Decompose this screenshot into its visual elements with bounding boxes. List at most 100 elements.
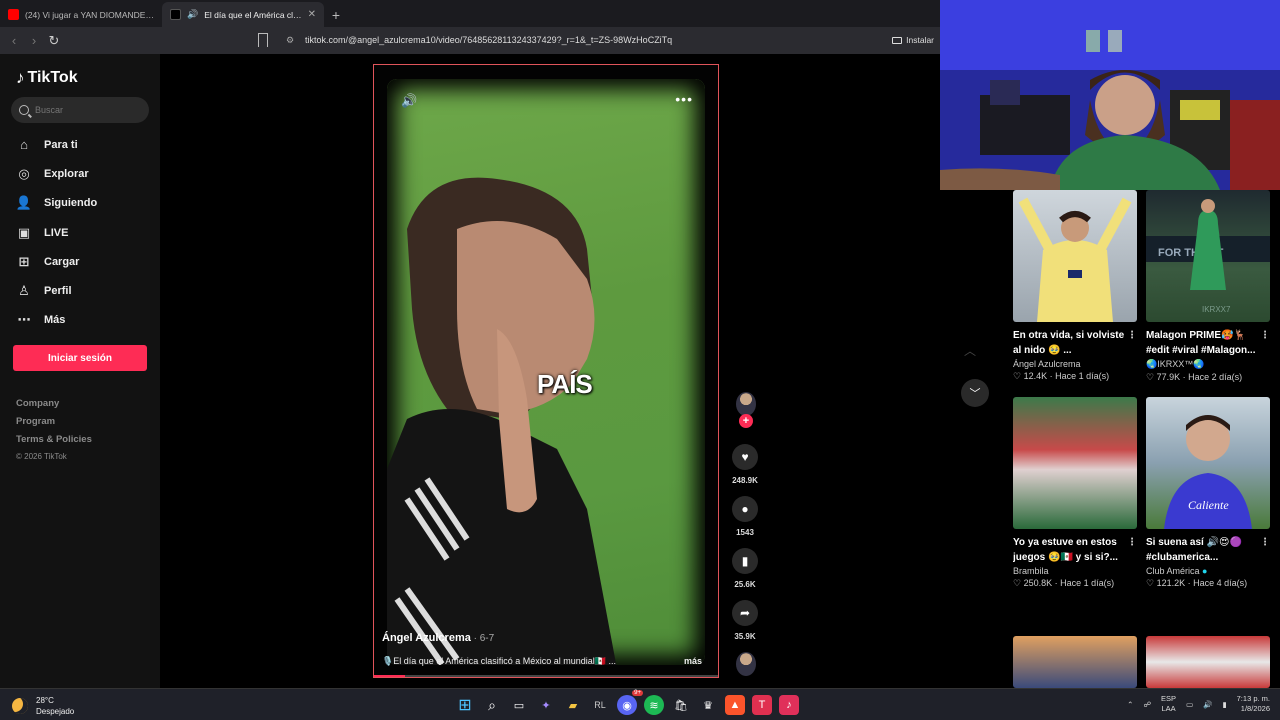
forward-icon[interactable]: › xyxy=(24,33,44,48)
volume-icon[interactable]: 🔊 xyxy=(401,93,417,109)
video-card[interactable]: En otra vida, si volviste al nido 🥹 ... ⋮… xyxy=(1013,190,1137,382)
discord-icon[interactable]: ◉ 9+ xyxy=(617,690,643,715)
card-author[interactable]: Club América ● xyxy=(1146,566,1270,576)
comment-button[interactable]: ● 1543 xyxy=(727,496,763,537)
share-button[interactable]: ➦ 35.9K xyxy=(727,600,763,641)
tab-youtube[interactable]: (24) Vi jugar a YAN DIOMANDE y descu xyxy=(0,2,162,27)
speaker-icon[interactable]: 🔊 xyxy=(187,9,198,20)
footer-link-program[interactable]: Program xyxy=(16,416,92,434)
upload-icon: ⊞ xyxy=(18,253,30,269)
spotify-icon[interactable]: ≋ xyxy=(644,695,664,715)
video-card[interactable] xyxy=(1146,636,1270,688)
monitor-icon[interactable]: ▭ xyxy=(1186,700,1193,709)
site-settings-icon[interactable]: ⚙ xyxy=(286,35,294,46)
video-card[interactable]: FOR THE ST IKRXX7 Malagon PRIME🥵🦌 #edit … xyxy=(1146,190,1270,383)
install-button[interactable]: Instalar xyxy=(892,35,934,45)
login-button[interactable]: Iniciar sesión xyxy=(13,345,147,371)
video-thumbnail[interactable] xyxy=(1146,636,1270,688)
new-tab-button[interactable]: + xyxy=(324,2,348,27)
chevron-up-icon[interactable]: ⌃ xyxy=(1127,700,1133,709)
card-more-icon[interactable]: ⋮ xyxy=(1260,535,1270,550)
card-title[interactable]: Si suena así 🔊😍🟣 #clubamerica... ⋮ xyxy=(1146,535,1270,565)
author-name[interactable]: Ángel Azulcrema xyxy=(382,632,471,644)
url-field[interactable]: tiktok.com/@angel_azulcrema10/video/7648… xyxy=(305,35,672,45)
network-app-icon[interactable]: ☍ xyxy=(1143,700,1151,709)
tiktok-sidebar: ♪ TikTok ⌂ Para ti ◎ Explorar 👤 Siguiend… xyxy=(0,54,160,688)
video-card[interactable] xyxy=(1013,636,1137,688)
card-title[interactable]: Malagon PRIME🥵🦌 #edit #viral #Malagon...… xyxy=(1146,328,1270,358)
card-title[interactable]: En otra vida, si volviste al nido 🥹 ... ⋮ xyxy=(1013,328,1137,358)
like-button[interactable]: ♥ 248.9K xyxy=(727,444,763,485)
video-card[interactable]: Yo ya estuve en estos juegos 🥹🇲🇽 y si si… xyxy=(1013,397,1137,589)
search-input[interactable] xyxy=(35,105,135,115)
live-icon: ▣ xyxy=(17,224,31,240)
chevron-up-icon[interactable]: ︿ xyxy=(964,342,976,359)
card-author[interactable]: Brambila xyxy=(1013,566,1137,576)
video-frame[interactable]: 🔊 ••• PAÍS xyxy=(387,79,705,665)
tiktok-app-icon[interactable]: ♪ xyxy=(779,695,799,715)
sidebar-item-para-ti[interactable]: ⌂ Para ti xyxy=(16,130,146,159)
language-indicator[interactable]: ESP LAA xyxy=(1161,694,1176,714)
save-button[interactable]: ▮ 25.6K xyxy=(727,548,763,589)
app-red-icon[interactable]: T xyxy=(752,695,772,715)
bookmark-icon[interactable] xyxy=(258,33,268,47)
brave-browser-icon[interactable]: ▲ xyxy=(725,695,745,715)
music-disc-avatar[interactable] xyxy=(736,652,756,676)
video-thumbnail[interactable] xyxy=(1013,397,1137,529)
card-title[interactable]: Yo ya estuve en estos juegos 🥹🇲🇽 y si si… xyxy=(1013,535,1137,565)
sidebar-item-siguiendo[interactable]: 👤 Siguiendo xyxy=(16,189,146,218)
app-rl-icon[interactable]: RL xyxy=(590,695,610,715)
battery-icon[interactable]: ▮ xyxy=(1223,700,1227,709)
file-explorer-icon[interactable]: ▰ xyxy=(563,695,583,715)
video-thumbnail[interactable]: Caliente xyxy=(1146,397,1270,529)
card-more-icon[interactable]: ⋮ xyxy=(1127,535,1137,550)
tiktok-logo[interactable]: ♪ TikTok xyxy=(16,68,78,88)
footer-link-terms[interactable]: Terms & Policies xyxy=(16,434,92,452)
more-link[interactable]: más xyxy=(684,656,702,667)
clock[interactable]: 7:13 p. m. 1/8/2026 xyxy=(1237,694,1270,714)
video-progress-bar[interactable] xyxy=(374,675,718,677)
store-icon[interactable]: 🛍 xyxy=(671,695,691,715)
chevron-down-icon[interactable]: ﹀ xyxy=(961,379,989,407)
video-thumbnail[interactable]: FOR THE ST IKRXX7 xyxy=(1146,190,1270,322)
creator-avatar[interactable] xyxy=(736,392,756,416)
windows-start-icon[interactable]: ⊞ xyxy=(455,695,475,715)
nav-label: Cargar xyxy=(44,255,80,268)
tiktok-note-icon: ♪ xyxy=(16,68,25,87)
sidebar-item-live[interactable]: ▣ LIVE xyxy=(16,218,146,247)
sidebar-item-explorar[interactable]: ◎ Explorar xyxy=(16,159,146,188)
compass-icon: ◎ xyxy=(18,165,30,181)
card-more-icon[interactable]: ⋮ xyxy=(1127,328,1137,343)
task-view-icon[interactable]: ▭ xyxy=(509,695,529,715)
description-text: 🎙️El día que el América clasificó a Méxi… xyxy=(382,656,617,666)
sidebar-item-perfil[interactable]: ♙ Perfil xyxy=(16,276,146,305)
card-more-icon[interactable]: ⋮ xyxy=(1260,328,1270,343)
card-author[interactable]: Ángel Azulcrema xyxy=(1013,359,1137,369)
card-author[interactable]: 🌏IKRXX™🌏 xyxy=(1146,359,1270,370)
volume-icon[interactable]: 🔊 xyxy=(1203,700,1212,709)
more-options-icon[interactable]: ••• xyxy=(675,91,693,107)
reload-icon[interactable]: ↻ xyxy=(44,33,64,49)
follow-plus-icon[interactable]: + xyxy=(739,414,753,428)
sidebar-item-mas[interactable]: ⋯ Más xyxy=(16,306,146,335)
weather-widget[interactable]: 28°C Despejado xyxy=(12,695,74,717)
video-card[interactable]: Caliente Si suena así 🔊😍🟣 #clubamerica..… xyxy=(1146,397,1270,589)
search-icon[interactable]: ⌕ xyxy=(482,695,502,715)
video-thumbnail[interactable] xyxy=(1013,636,1137,688)
search-box[interactable] xyxy=(11,97,149,123)
footer-link-company[interactable]: Company xyxy=(16,398,92,416)
nav-label: Más xyxy=(44,314,66,327)
close-tab-icon[interactable]: ✕ xyxy=(308,9,316,20)
app-game-icon[interactable]: ♛ xyxy=(698,695,718,715)
back-icon[interactable]: ‹ xyxy=(4,33,24,48)
video-thumbnail[interactable] xyxy=(1013,190,1137,322)
video-player[interactable]: 🔊 ••• PAÍS Ángel Azulcrema · 6-7 🎙️El dí… xyxy=(373,64,719,678)
copilot-icon[interactable]: ✦ xyxy=(536,695,556,715)
home-icon: ⌂ xyxy=(20,137,28,153)
temperature: 28°C xyxy=(36,696,54,705)
sidebar-item-cargar[interactable]: ⊞ Cargar xyxy=(16,247,146,276)
tab-tiktok[interactable]: 🔊 El día que el América clasificó ✕ xyxy=(162,2,324,27)
moon-icon xyxy=(12,698,28,714)
video-author[interactable]: Ángel Azulcrema · 6-7 xyxy=(382,632,494,644)
nav-label: Explorar xyxy=(44,167,89,180)
